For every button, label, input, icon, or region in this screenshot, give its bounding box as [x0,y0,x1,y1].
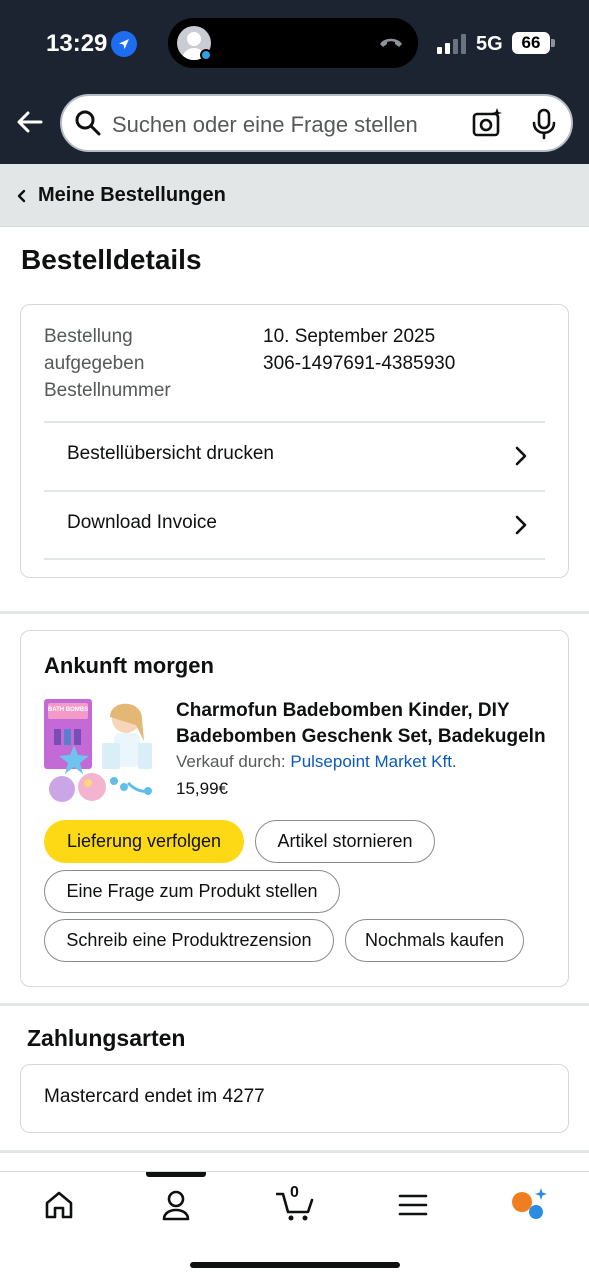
search-placeholder[interactable]: Suchen oder eine Frage stellen [112,112,418,138]
print-summary-label: Bestellübersicht drucken [67,443,274,464]
divider [44,558,545,560]
shipment-card: Ankunft morgen BATH BOMBS Charmofun Bade… [20,630,569,987]
product-title[interactable]: Charmofun Badebomben Kinder, DIY Badebom… [176,698,546,750]
breadcrumb[interactable]: Meine Bestellungen [0,164,589,227]
ask-question-button[interactable]: Eine Frage zum Produkt stellen [44,870,340,913]
chevron-left-icon [17,189,26,203]
home-icon[interactable] [42,1188,76,1222]
battery-cap [551,39,555,47]
seller-link[interactable]: Pulsepoint Market Kft. [290,752,456,771]
order-number: 306-1497691-4385930 [263,353,456,374]
back-arrow-icon[interactable] [15,107,45,137]
signal-strength-icon [437,34,466,54]
payment-method: Mastercard endet im 4277 [44,1086,265,1108]
print-summary-link[interactable]: Bestellübersicht drucken [44,421,545,490]
write-review-button[interactable]: Schreib eine Produktrezension [44,919,334,962]
section-divider [0,1003,589,1006]
network-type: 5G [476,33,503,55]
search-bar[interactable]: Suchen oder eine Frage stellen [60,94,573,152]
order-date: 10. September 2025 [263,326,436,347]
product-price: 15,99€ [176,779,228,798]
payment-heading: Zahlungsarten [27,1025,186,1051]
order-values: 10. September 2025 306-1497691-4385930 [263,323,455,377]
microphone-icon[interactable] [530,108,558,140]
camera-search-icon[interactable] [471,107,503,139]
product-image[interactable]: BATH BOMBS [44,695,154,805]
dynamic-island[interactable] [168,18,418,68]
search-icon [75,110,101,136]
download-invoice-label: Download Invoice [67,512,217,533]
cancel-item-button[interactable]: Artikel stornieren [255,820,435,863]
telegram-badge-icon [200,49,212,61]
order-summary-card: Bestellung aufgegeben Bestellnummer 10. … [20,304,569,578]
cart-count: 0 [290,1184,299,1201]
chevron-right-icon [515,446,527,466]
sold-by-label: Verkauf durch: [176,752,286,771]
card-ending: endet im 4277 [144,1086,265,1107]
delivery-status: Ankunft morgen [44,653,214,678]
payment-card: Mastercard endet im 4277 [20,1064,569,1133]
placed-label-line1: Bestellung [44,326,133,347]
number-label: Bestellnummer [44,380,171,401]
download-invoice-link[interactable]: Download Invoice [44,490,545,559]
battery-level: 66 [512,32,550,54]
page-title: Bestelldetails [21,244,202,275]
product-title-line1[interactable]: Charmofun Badebomben Kinder, DIY [176,698,546,724]
hang-up-phone-icon[interactable] [378,35,404,49]
account-icon[interactable] [159,1188,193,1222]
placed-label-line2: aufgegeben [44,353,145,374]
section-divider [0,1150,589,1153]
track-delivery-button[interactable]: Lieferung verfolgen [44,820,244,863]
buy-again-button[interactable]: Nochmals kaufen [345,919,524,962]
rufus-ai-icon[interactable] [510,1188,548,1222]
chevron-right-icon [515,515,527,535]
section-divider [0,611,589,614]
menu-icon[interactable] [396,1188,430,1222]
product-title-line2[interactable]: Badebomben Geschenk Set, Badekugeln [176,724,546,750]
seller-info: Verkauf durch: Pulsepoint Market Kft. [176,752,457,772]
box-text-line1: BATH BOMBS [48,707,88,713]
home-indicator[interactable] [190,1262,400,1268]
status-time: 13:29 [46,30,108,57]
card-brand: Mastercard [44,1086,140,1107]
order-labels: Bestellung aufgegeben Bestellnummer [44,323,244,404]
active-tab-indicator [146,1172,206,1177]
location-arrow-icon [111,31,137,57]
app-header: 13:29 5G 66 Suchen oder eine Frage stell… [0,0,589,164]
breadcrumb-label[interactable]: Meine Bestellungen [38,184,226,207]
